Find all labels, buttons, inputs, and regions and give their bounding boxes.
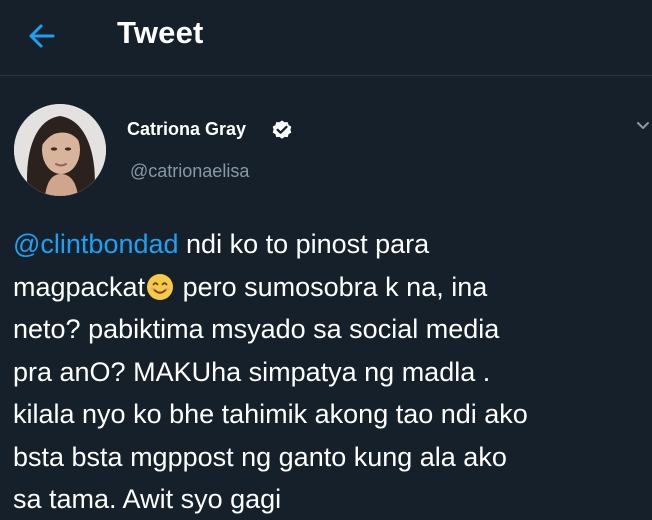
arrow-left-icon <box>29 24 55 48</box>
tweet-text-segment: magpackat <box>13 271 146 302</box>
tweet-line: magpackat pero sumosobra k na, ina <box>13 266 649 309</box>
tweet-line: sa tama. Awit syo gagi <box>13 484 282 514</box>
tweet-screen: Tweet Catriona Gray @catrionaelisa @clin… <box>0 0 652 520</box>
mention-link[interactable]: @clintbondad <box>13 229 179 259</box>
tweet-text: @clintbondad ndi ko to pinost para magpa… <box>13 223 649 520</box>
app-header: Tweet <box>0 0 652 76</box>
verified-badge-icon <box>272 120 292 139</box>
profile-photo <box>14 104 106 196</box>
tweet-line: neto? pabiktima msyado sa social media <box>13 314 500 344</box>
author-handle[interactable]: @catrionaelisa <box>130 161 249 182</box>
back-button[interactable] <box>20 14 64 58</box>
author-name[interactable]: Catriona Gray <box>127 119 246 140</box>
tweet-text-segment: ndi ko to pinost para <box>178 229 430 259</box>
tweet-line: pra anO? MAKUha simpatya ng madla . <box>13 356 491 387</box>
tweet-text-segment: pero sumosobra k na, ina <box>175 271 488 302</box>
chevron-down-icon[interactable] <box>634 117 652 135</box>
tweet-line: bsta bsta mgppost ng ganto kung ala ako <box>13 441 507 472</box>
page-title: Tweet <box>117 15 204 50</box>
tweet-line: @clintbondad ndi ko to pinost para <box>13 223 649 266</box>
avatar[interactable] <box>14 104 106 196</box>
tweet-line: kilala nyo ko bhe tahimik akong tao ndi … <box>13 399 528 429</box>
smiling-face-emoji <box>147 273 174 300</box>
